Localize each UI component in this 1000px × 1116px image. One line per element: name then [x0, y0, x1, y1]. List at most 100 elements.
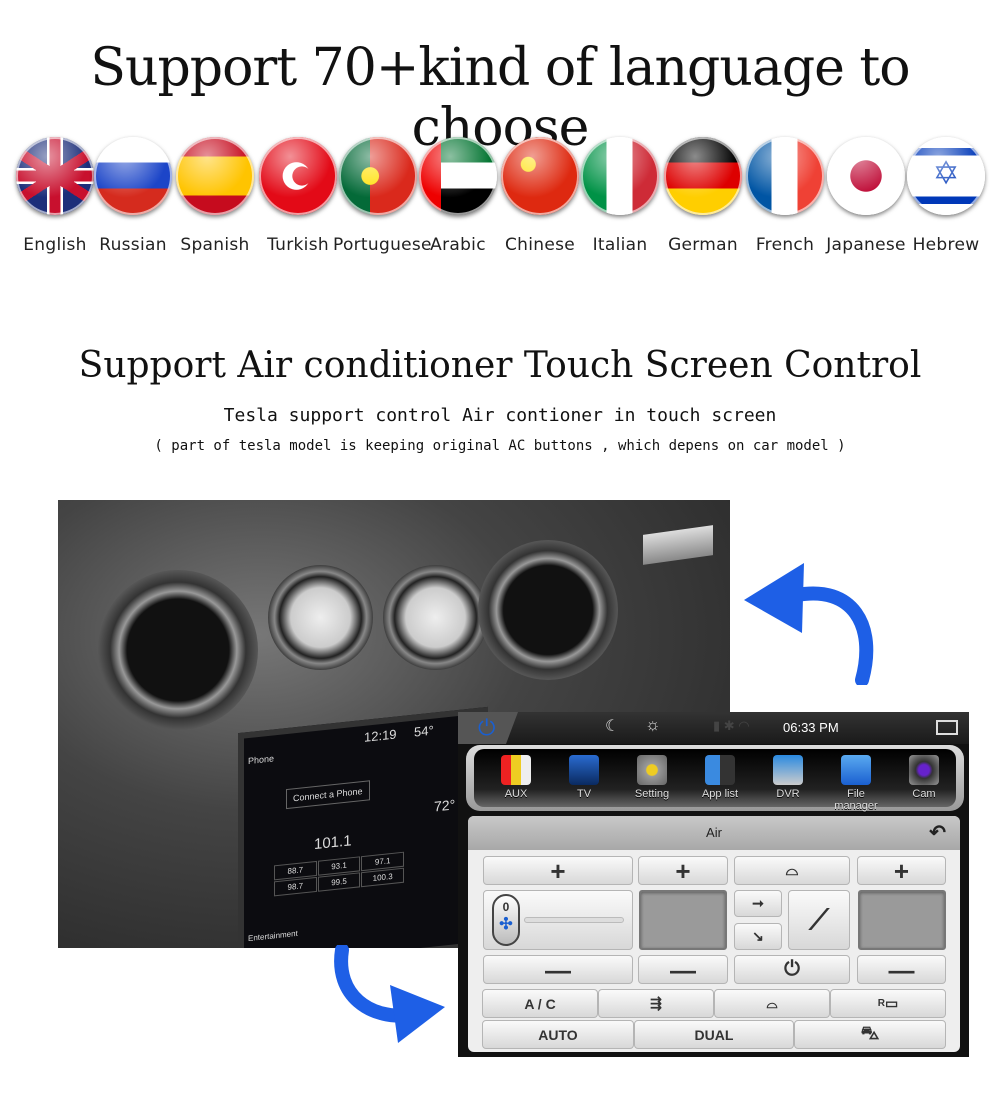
front-defrost-button[interactable]: ⌓ [734, 856, 850, 885]
left-temp-display [639, 890, 727, 950]
night-mode-icon[interactable]: ☾ [605, 716, 619, 736]
fan-level-knob[interactable]: 0 ✣ [492, 894, 520, 946]
app-label: DVR [776, 788, 800, 800]
fan-speed-slider[interactable]: 0 ✣ [483, 890, 633, 950]
dual-button[interactable]: DUAL [634, 1020, 794, 1049]
ac-power-button[interactable]: ⏻ [734, 955, 850, 984]
language-label: Japanese [826, 235, 906, 255]
app-dock: AUX TV Setting App list DVR File manager Cam [466, 745, 964, 812]
car-connect-phone: Connect a Phone [286, 780, 370, 810]
ac-button[interactable]: A / C [482, 989, 598, 1018]
defrost-icon: ⌓ [766, 995, 778, 1011]
fan-plus-button[interactable]: + [483, 856, 633, 885]
app-tv[interactable]: TV [552, 755, 616, 800]
auto-button[interactable]: AUTO [482, 1020, 634, 1049]
fan-icon: ✣ [499, 916, 513, 933]
window-icon[interactable] [936, 720, 958, 735]
bluetooth-wifi-icons: ▮ ✱ ◠ [713, 718, 750, 733]
spain-flag-icon[interactable] [176, 137, 254, 215]
rear-defrost-icon: ▭ [885, 995, 899, 1011]
app-list-icon [705, 755, 735, 785]
arrow-right-icon: ➞ [752, 895, 764, 911]
car-outside-temp: 54° [414, 722, 434, 740]
tv-icon [569, 755, 599, 785]
car-station: 101.1 [314, 832, 352, 854]
left-temp-plus-button[interactable]: + [638, 856, 728, 885]
language-label: Hebrew [912, 235, 980, 255]
clock: 06:33 PM [783, 720, 839, 735]
language-label: Arabic [430, 235, 486, 255]
right-temp-display [858, 890, 946, 950]
file-manager-icon [841, 755, 871, 785]
airflow-face-button[interactable]: ➞ [734, 890, 782, 917]
curved-arrow-icon [334, 945, 445, 1043]
turkey-flag-icon[interactable] [259, 137, 337, 215]
language-label: Russian [99, 235, 167, 255]
france-flag-icon[interactable] [746, 137, 824, 215]
left-temp-minus-button[interactable]: — [638, 955, 728, 984]
right-temp-minus-button[interactable]: — [857, 955, 946, 984]
language-label: German [668, 235, 738, 255]
china-flag-icon[interactable] [501, 137, 579, 215]
air-panel: Air ↶ + + ⌓ + 0 ✣ ➞ ↘ ⟋ — — ⏻ — A / C ⇶ ⌓… [468, 816, 960, 1052]
language-label: Italian [592, 235, 648, 255]
app-label: App list [701, 788, 739, 800]
max-defrost-button[interactable]: ⌓ [714, 989, 830, 1018]
radio-preset: 99.5 [317, 872, 361, 892]
app-label: AUX [504, 788, 528, 800]
radio-preset: 100.3 [361, 867, 404, 888]
power-icon[interactable]: ⏻ [478, 715, 495, 741]
air-title: Air [706, 825, 722, 840]
mustang-badge [643, 525, 713, 565]
brightness-icon[interactable]: ☼ [645, 715, 661, 735]
car-inside-temp: 72° [434, 796, 456, 815]
uk-flag-icon[interactable] [16, 137, 94, 215]
italy-flag-icon[interactable] [581, 137, 659, 215]
air-vent [98, 570, 258, 730]
app-setting[interactable]: Setting [620, 755, 684, 800]
app-dvr[interactable]: DVR [756, 755, 820, 800]
recirculation-button[interactable]: ⇶ [598, 989, 714, 1018]
arrow-curve-icon: ↘ [752, 928, 764, 944]
germany-flag-icon[interactable] [664, 137, 742, 215]
cam-icon [909, 755, 939, 785]
airflow-mode-button[interactable]: ⟋ [788, 890, 850, 950]
app-app-list[interactable]: App list [688, 755, 752, 800]
app-aux[interactable]: AUX [484, 755, 548, 800]
power-icon: ⏻ [784, 958, 800, 980]
curved-arrow-icon [744, 563, 874, 685]
back-icon[interactable]: ↶ [929, 816, 946, 850]
russia-flag-icon[interactable] [94, 137, 172, 215]
japan-flag-icon[interactable] [827, 137, 905, 215]
aux-icon [501, 755, 531, 785]
language-label: Portuguese [333, 235, 432, 255]
language-label: Chinese [504, 235, 576, 255]
head-unit-screen: ⏻ ☾ ☼ ▮ ✱ ◠ 06:33 PM AUX TV Setting App lis… [458, 712, 969, 1057]
portugal-flag-icon[interactable] [339, 137, 417, 215]
gauge [383, 565, 488, 670]
car-recirculation-button[interactable]: ⛍ [794, 1020, 946, 1049]
app-cam[interactable]: Cam [892, 755, 956, 800]
language-label: Turkish [267, 235, 329, 255]
app-label: Cam [912, 788, 936, 800]
setting-icon [637, 755, 667, 785]
fan-level: 0 [502, 900, 510, 914]
uae-flag-icon[interactable] [419, 137, 497, 215]
rear-defrost-button[interactable]: R ▭ [830, 989, 946, 1018]
windshield-defrost-icon: ⌓ [785, 861, 799, 879]
dvr-icon [773, 755, 803, 785]
seat-airflow-icon: ⟋ [809, 903, 829, 935]
israel-flag-icon[interactable]: ✡ [907, 137, 985, 215]
language-label: English [23, 235, 87, 255]
app-label: Setting [634, 788, 670, 800]
car-air-icon: ⛍ [860, 1022, 880, 1043]
right-temp-plus-button[interactable]: + [857, 856, 946, 885]
language-label: Spanish [180, 235, 250, 255]
ac-heading: Support Air conditioner Touch Screen Con… [78, 345, 922, 386]
fan-minus-button[interactable]: — [483, 955, 633, 984]
seat-air-icon: ⇶ [650, 995, 662, 1011]
air-vent [478, 540, 618, 680]
airflow-feet-button[interactable]: ↘ [734, 923, 782, 950]
app-file-manager[interactable]: File manager [824, 755, 888, 812]
ac-subtitle: Tesla support control Air contioner in t… [223, 405, 777, 426]
